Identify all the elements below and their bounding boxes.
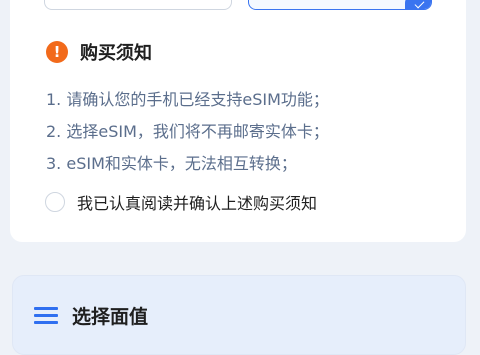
- notice-item: 3. eSIM和实体卡，无法相互转换；: [46, 154, 297, 173]
- notice-item: 1. 请确认您的手机已经支持eSIM功能；: [46, 90, 329, 109]
- notice-header: ! 购买须知: [46, 40, 152, 64]
- agree-radio[interactable]: [45, 192, 65, 212]
- checkmark-icon: [414, 0, 425, 9]
- agree-checkbox-row[interactable]: 我已认真阅读并确认上述购买须知: [45, 190, 317, 214]
- agree-label: 我已认真阅读并确认上述购买须知: [77, 194, 318, 213]
- sim-option-physical[interactable]: [44, 0, 232, 10]
- selected-check-badge: [405, 0, 431, 9]
- notice-title: 购买须知: [80, 43, 152, 64]
- list-icon: [34, 307, 58, 324]
- exclamation-icon: !: [46, 41, 68, 63]
- notice-item: 2. 选择eSIM，我们将不再邮寄实体卡；: [46, 122, 329, 141]
- section-title: 选择面值: [72, 306, 149, 328]
- sim-option-esim-selected[interactable]: [248, 0, 432, 10]
